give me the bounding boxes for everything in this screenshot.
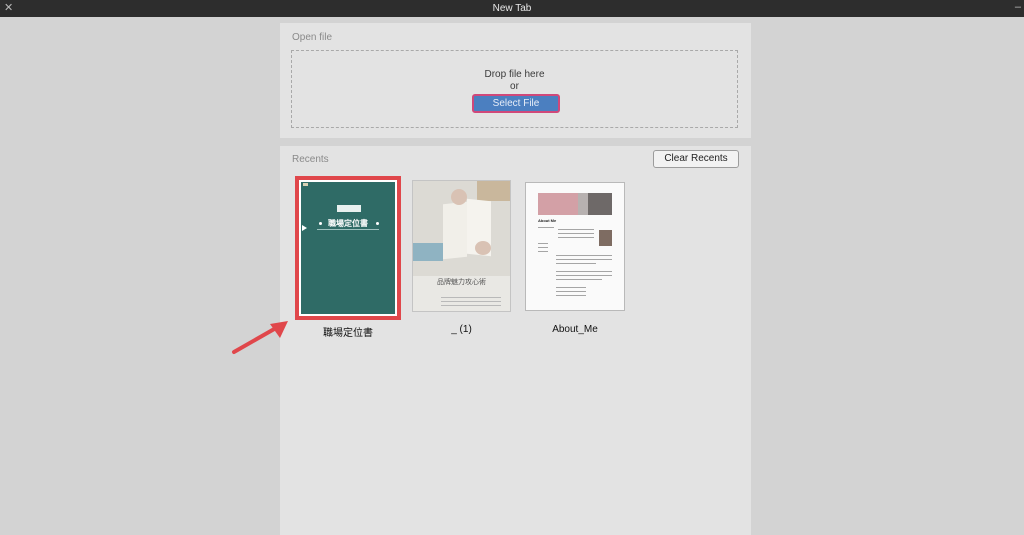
hand-shape bbox=[475, 241, 491, 255]
hand-shape bbox=[451, 189, 467, 205]
profile-photo bbox=[599, 230, 612, 246]
cover-title: 職場定位書 bbox=[328, 219, 368, 228]
text-line bbox=[538, 251, 548, 252]
or-text: or bbox=[510, 81, 519, 92]
text-line bbox=[556, 291, 586, 292]
cover-page: 職場定位書 bbox=[301, 182, 395, 314]
text-line bbox=[441, 297, 501, 298]
recents-heading: Recents bbox=[292, 154, 329, 165]
window-title: New Tab bbox=[492, 3, 532, 14]
bullet-dot bbox=[376, 222, 379, 225]
play-icon bbox=[302, 225, 307, 231]
book-page-left bbox=[443, 201, 467, 260]
text-line bbox=[558, 229, 594, 230]
photo-background bbox=[477, 181, 510, 201]
file-dropzone[interactable]: Drop file here or Select File bbox=[291, 50, 738, 128]
banner-image bbox=[588, 193, 612, 215]
text-line bbox=[538, 243, 548, 244]
text-line bbox=[556, 263, 596, 264]
text-line bbox=[441, 301, 501, 302]
text-line bbox=[558, 233, 594, 234]
page-icon bbox=[303, 183, 308, 186]
text-line bbox=[558, 237, 594, 238]
banner-image bbox=[538, 193, 578, 215]
text-line bbox=[556, 275, 612, 276]
text-line bbox=[538, 227, 554, 228]
text-line bbox=[441, 305, 501, 306]
recent-file-name-1[interactable]: 職場定位書 bbox=[295, 324, 401, 339]
cover-rule bbox=[317, 229, 379, 230]
open-file-heading: Open file bbox=[292, 32, 333, 43]
clear-recents-button[interactable]: Clear Recents bbox=[653, 150, 739, 168]
recent-file-name-3[interactable]: About_Me bbox=[525, 324, 625, 335]
text-line bbox=[556, 279, 602, 280]
open-file-panel: Open file Drop file here or Select File bbox=[280, 23, 751, 138]
thumb-title: About Me bbox=[538, 218, 557, 223]
thumb-title: 品牌魅力攻心術 bbox=[437, 279, 486, 286]
text-line bbox=[538, 247, 548, 248]
text-line bbox=[556, 295, 586, 296]
minimize-icon[interactable]: – bbox=[1015, 1, 1021, 13]
text-line bbox=[556, 271, 612, 272]
select-file-button[interactable]: Select File bbox=[472, 94, 560, 113]
recent-file-thumbnail-1[interactable]: 職場定位書 bbox=[295, 176, 401, 320]
text-line bbox=[556, 259, 612, 260]
text-line bbox=[556, 287, 586, 288]
recent-file-thumbnail-2[interactable]: 品牌魅力攻心術 bbox=[412, 180, 511, 312]
recent-file-thumbnail-3[interactable]: About Me bbox=[525, 182, 625, 311]
cover-tag bbox=[337, 205, 361, 212]
drop-file-text: Drop file here bbox=[484, 69, 545, 80]
book-photo bbox=[413, 181, 510, 276]
text-line bbox=[556, 255, 612, 256]
title-bar: ✕ New Tab – bbox=[0, 0, 1024, 17]
photo-background bbox=[413, 243, 443, 261]
recent-file-name-2[interactable]: _ (1) bbox=[412, 324, 511, 335]
annotation-arrow-icon bbox=[232, 321, 288, 354]
